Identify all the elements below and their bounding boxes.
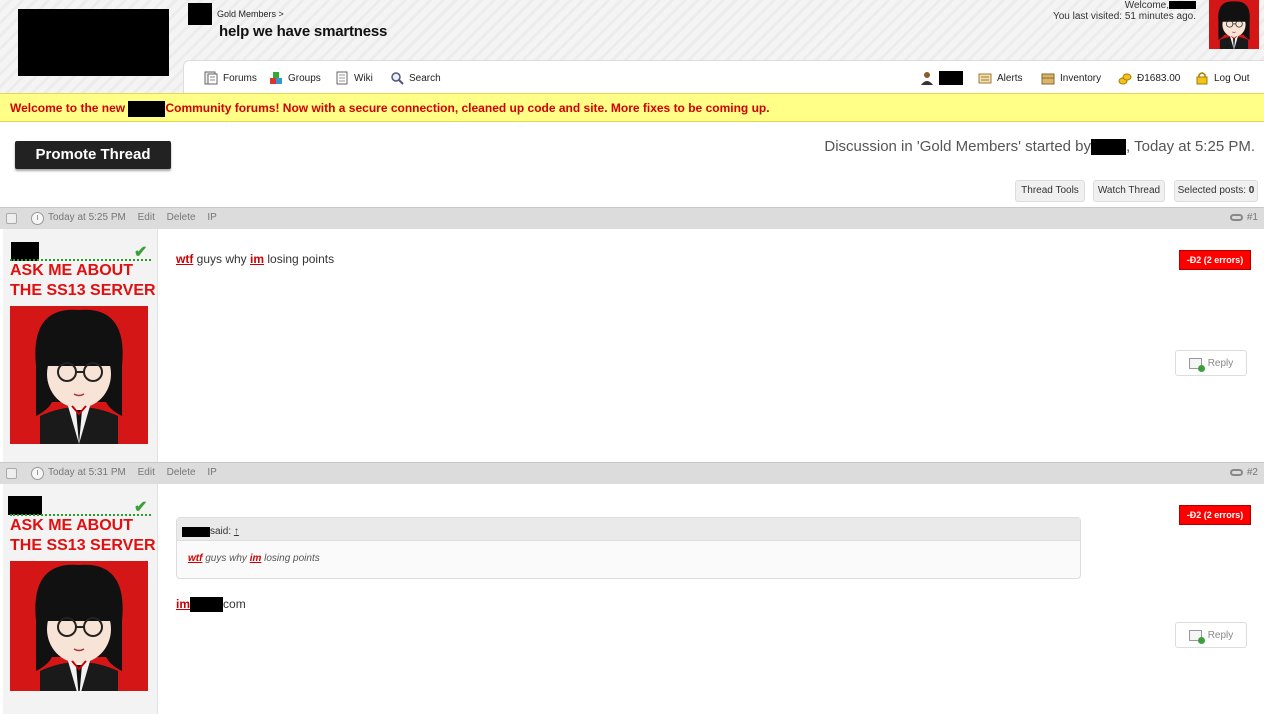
post-meta: Today at 5:25 PM Edit Delete IP	[48, 212, 226, 223]
discussion-info: Discussion in 'Gold Members' started by,…	[824, 138, 1255, 156]
reply-button[interactable]: Reply	[1175, 622, 1247, 648]
coins-icon	[1118, 71, 1132, 85]
edit-link[interactable]: Edit	[138, 467, 155, 478]
nav-forums[interactable]: Forums	[204, 71, 257, 85]
post-1-header: Today at 5:25 PM Edit Delete IP #1	[0, 207, 1264, 229]
link-icon	[1229, 469, 1243, 476]
post-select-checkbox[interactable]	[6, 213, 17, 224]
nav-search[interactable]: Search	[390, 71, 441, 85]
nav-groups-label: Groups	[288, 72, 321, 84]
user-avatar[interactable]	[10, 561, 148, 691]
quote-body: wtf guys why im losing points	[188, 553, 320, 564]
notice-text: Welcome to the new Community forums! Now…	[10, 101, 770, 117]
error-badge: -Đ2 (2 errors)	[1179, 505, 1251, 525]
post-2-header: Today at 5:31 PM Edit Delete IP #2	[0, 462, 1264, 484]
post-number[interactable]: #1	[1229, 212, 1258, 223]
post-2-message: im com	[176, 597, 246, 613]
post-meta: Today at 5:31 PM Edit Delete IP	[48, 467, 226, 478]
keyword-link[interactable]: im	[250, 252, 264, 266]
user-title: ASK ME ABOUT THE SS13 SERVER	[10, 262, 156, 299]
error-badge: -Đ2 (2 errors)	[1179, 250, 1251, 270]
ip-link[interactable]: IP	[207, 212, 216, 223]
balance-label: Đ1683.00	[1137, 72, 1181, 84]
reply-icon	[1188, 357, 1205, 372]
page-title: help we have smartness	[219, 23, 388, 40]
keyword-link[interactable]: im	[250, 553, 262, 564]
keyword-link[interactable]: wtf	[188, 553, 202, 564]
quote-said: said:	[210, 526, 232, 537]
nav-groups[interactable]: Groups	[269, 71, 321, 85]
post-time[interactable]: Today at 5:25 PM	[48, 212, 126, 223]
welcome-block: Welcome, You last visited: 51 minutes ag…	[1053, 0, 1196, 22]
ip-link[interactable]: IP	[207, 467, 216, 478]
promote-thread-button[interactable]: Promote Thread	[15, 141, 171, 169]
selected-posts-button[interactable]: Selected posts: 0	[1174, 180, 1258, 202]
keyword-link[interactable]: wtf	[176, 252, 193, 266]
breadcrumb-icon-redacted	[188, 3, 212, 25]
nav-wiki-label: Wiki	[354, 72, 373, 84]
welcome-text: Welcome,	[1053, 0, 1196, 11]
nav-logout-label: Log Out	[1214, 72, 1250, 84]
quoted-user-redacted	[182, 526, 210, 537]
navbar: Forums Groups Wiki Search Alerts Invento…	[183, 60, 1264, 93]
alerts-icon	[978, 71, 992, 85]
post-number[interactable]: #2	[1229, 467, 1258, 478]
lock-icon	[1195, 71, 1209, 85]
nav-search-label: Search	[409, 72, 441, 84]
verified-check-icon: ✔	[134, 499, 148, 516]
reply-icon	[1188, 629, 1205, 644]
groups-icon	[269, 71, 283, 85]
link-redacted	[190, 597, 224, 613]
nav-inventory[interactable]: Inventory	[1041, 71, 1101, 85]
post-1-message: wtf guys why im losing points	[176, 252, 335, 266]
nav-forums-label: Forums	[223, 72, 257, 84]
post-1-user-info: ✔ ASK ME ABOUT THE SS13 SERVER	[3, 229, 158, 462]
nav-wiki[interactable]: Wiki	[335, 71, 373, 85]
keyword-link[interactable]: im	[176, 597, 190, 611]
delete-link[interactable]: Delete	[167, 212, 196, 223]
clock-icon	[31, 212, 44, 225]
edit-link[interactable]: Edit	[138, 212, 155, 223]
notice-banner: Welcome to the new Community forums! Now…	[0, 93, 1264, 122]
user-avatar[interactable]	[10, 306, 148, 444]
header: Gold Members > help we have smartness We…	[0, 0, 1264, 93]
quote-jump-link[interactable]: ↑	[234, 526, 239, 537]
post-select-checkbox[interactable]	[6, 468, 17, 479]
user-title: ASK ME ABOUT THE SS13 SERVER	[10, 517, 156, 554]
nav-logout[interactable]: Log Out	[1195, 71, 1250, 85]
search-icon	[390, 71, 404, 85]
nav-alerts-label: Alerts	[997, 72, 1023, 84]
wiki-icon	[335, 71, 349, 85]
thread-tools-button[interactable]: Thread Tools	[1015, 180, 1085, 202]
post-2-user-info: ✔ ASK ME ABOUT THE SS13 SERVER	[3, 484, 158, 714]
inventory-icon	[1041, 71, 1055, 85]
post-time[interactable]: Today at 5:31 PM	[48, 467, 126, 478]
breadcrumb[interactable]: Gold Members >	[217, 9, 284, 19]
username-redacted[interactable]	[8, 496, 42, 515]
nav-user[interactable]	[920, 71, 963, 85]
nav-inventory-label: Inventory	[1060, 72, 1102, 84]
username-redacted	[939, 71, 963, 85]
clock-icon	[31, 467, 44, 480]
last-visited: You last visited: 51 minutes ago.	[1052, 11, 1196, 22]
forums-icon	[204, 71, 218, 85]
verified-check-icon: ✔	[134, 244, 148, 261]
header-avatar[interactable]	[1209, 0, 1259, 49]
link-icon	[1229, 214, 1243, 221]
user-icon	[920, 71, 934, 85]
quote-header: said: ↑	[177, 518, 1080, 541]
reply-button[interactable]: Reply	[1175, 350, 1247, 376]
quote-block: said: ↑ wtf guys why im losing points	[176, 517, 1081, 579]
nav-alerts[interactable]: Alerts	[978, 71, 1023, 85]
site-logo-redacted[interactable]	[18, 9, 169, 76]
nav-balance[interactable]: Đ1683.00	[1118, 71, 1180, 85]
delete-link[interactable]: Delete	[167, 467, 196, 478]
watch-thread-button[interactable]: Watch Thread	[1093, 180, 1165, 202]
